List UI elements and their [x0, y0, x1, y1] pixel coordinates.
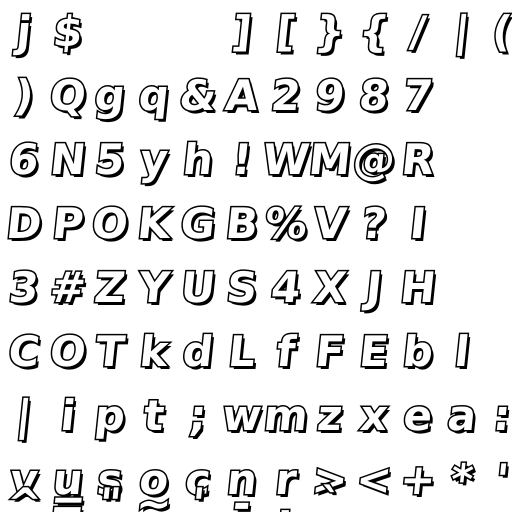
glyph-sheet: j $][}{/ |() Qg q & A 2 9 8 7 6 N 5 y h! W M @ R D P O K G B% V? I 3… — [0, 0, 512, 512]
glyph-cell: 7 — [399, 70, 436, 122]
glyph-row: j $][}{/ |( — [0, 0, 512, 64]
glyph-cell: R — [398, 134, 438, 186]
glyph-cell: : — [490, 390, 512, 442]
glyph-cell: l — [451, 326, 474, 378]
glyph-row: | i p t; w m z x e a: — [0, 384, 512, 448]
glyph-cell: I — [406, 198, 430, 250]
glyph-row: ^ = " ~ ' -. ` _ — [0, 472, 512, 512]
glyph-cell: ( — [488, 6, 512, 58]
glyph-cell: $ — [49, 6, 86, 58]
glyph-row: ) Qg q & A 2 9 8 7 — [0, 64, 512, 128]
glyph-row: D P O K G B% V? I — [0, 192, 512, 256]
glyph-row: 3 # Z Y U S 4 X J H — [0, 256, 512, 320]
glyph-cell: H — [396, 262, 439, 314]
glyph-cell: _ — [359, 478, 388, 512]
glyph-row: 6 N 5 y h! W M @ R — [0, 128, 512, 192]
glyph-row: COTkdLfFEbl — [0, 320, 512, 384]
